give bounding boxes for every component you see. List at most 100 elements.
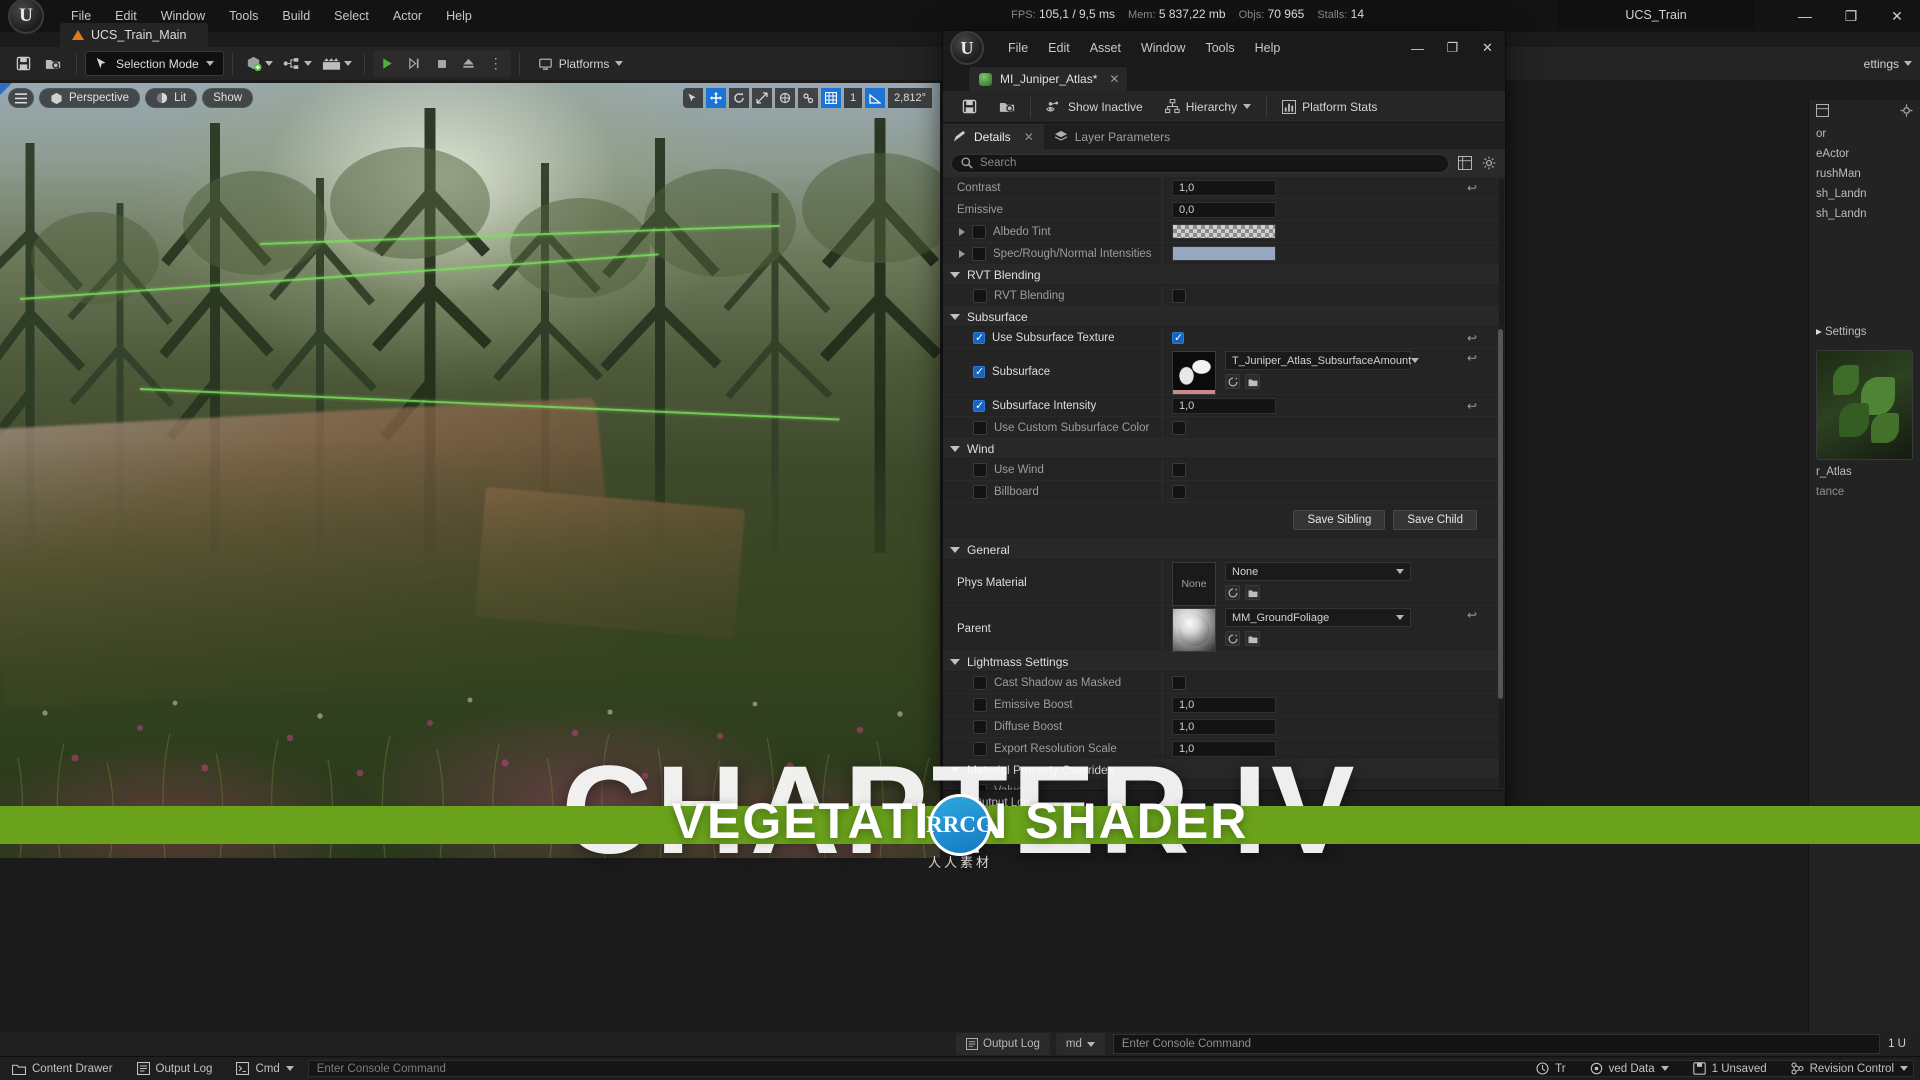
property-row-override-value[interactable]: Value	[943, 780, 1499, 790]
save-child-button[interactable]: Save Child	[1393, 510, 1477, 530]
outliner-row-3[interactable]: sh_Landn	[1809, 184, 1920, 204]
platform-stats-button[interactable]: Platform Stats	[1271, 92, 1388, 122]
selection-mode-button[interactable]: Selection Mode	[85, 51, 224, 76]
subsurface-texture-thumbnail[interactable]	[1172, 351, 1216, 395]
tab-layer-parameters[interactable]: Layer Parameters	[1044, 124, 1180, 149]
tab-details[interactable]: Details ✕	[943, 124, 1044, 149]
outliner-row-4[interactable]: sh_Landn	[1809, 204, 1920, 224]
browse-to-asset-icon[interactable]	[1225, 374, 1240, 389]
property-row-use-custom-subsurface-color[interactable]: Use Custom Subsurface Color	[943, 417, 1499, 439]
dock-settings-row[interactable]: ▸ Settings	[1809, 320, 1920, 342]
move-icon[interactable]	[705, 88, 726, 108]
outliner-row-0[interactable]: or	[1809, 124, 1920, 144]
property-checkbox[interactable]	[973, 697, 987, 712]
mi-menu-help[interactable]: Help	[1245, 36, 1291, 60]
property-checkbox[interactable]	[973, 462, 987, 477]
outliner-row-1[interactable]: eActor	[1809, 144, 1920, 164]
mi-menu-edit[interactable]: Edit	[1038, 36, 1080, 60]
property-checkbox[interactable]	[973, 420, 987, 435]
add-actor-button[interactable]	[241, 51, 277, 77]
scale-icon[interactable]	[751, 88, 772, 108]
surface-snap-icon[interactable]	[797, 88, 818, 108]
unsaved-button[interactable]: 1 Unsaved	[1681, 1057, 1779, 1080]
property-checkbox[interactable]	[973, 675, 987, 690]
mi-save-icon[interactable]	[951, 92, 988, 122]
property-value[interactable]: 1,0	[1172, 179, 1276, 196]
output-log-button[interactable]: Output Log	[956, 1033, 1050, 1055]
settings-button[interactable]: ettings	[1864, 57, 1912, 71]
search-input[interactable]: Search	[951, 153, 1449, 173]
show-inactive-button[interactable]: Show Inactive	[1035, 92, 1154, 122]
status-cmd-dropdown[interactable]: Cmd	[224, 1057, 305, 1080]
property-row-subsurface-intensity[interactable]: Subsurface Intensity 1,0 ↩	[943, 395, 1499, 417]
revision-control-button[interactable]: Revision Control	[1779, 1057, 1920, 1080]
property-row-use-subsurface-texture[interactable]: Use Subsurface Texture ↩	[943, 327, 1499, 349]
reset-icon[interactable]: ↩	[1467, 181, 1477, 195]
mi-menu-window[interactable]: Window	[1131, 36, 1195, 60]
property-checkbox[interactable]	[973, 331, 985, 345]
property-checkbox[interactable]	[973, 741, 987, 756]
menu-build[interactable]: Build	[271, 4, 321, 28]
derived-data-button[interactable]: ved Data	[1578, 1057, 1681, 1080]
browse-content-icon[interactable]	[38, 51, 68, 77]
close-icon[interactable]: ✕	[1109, 72, 1119, 86]
blueprints-button[interactable]	[279, 51, 316, 77]
property-value[interactable]: 1,0	[1172, 696, 1276, 713]
save-icon[interactable]	[8, 51, 38, 77]
select-icon[interactable]	[682, 88, 703, 108]
color-swatch[interactable]	[1172, 246, 1276, 261]
level-tab[interactable]: UCS_Train_Main	[60, 23, 209, 47]
platforms-button[interactable]: Platforms	[528, 51, 634, 76]
mi-menu-tools[interactable]: Tools	[1195, 36, 1244, 60]
property-row-albedo-tint[interactable]: Albedo Tint	[943, 221, 1499, 243]
close-icon[interactable]: ✕	[1024, 130, 1034, 144]
property-checkbox[interactable]	[973, 783, 987, 790]
property-row-spec-rough-normal[interactable]: Spec/Rough/Normal Intensities	[943, 243, 1499, 265]
maximize-button[interactable]: ❐	[1828, 0, 1874, 32]
chevron-right-icon[interactable]	[959, 249, 965, 258]
close-button[interactable]: ✕	[1874, 0, 1920, 32]
property-row-emissive-boost[interactable]: Emissive Boost 1,0	[943, 694, 1499, 716]
property-value[interactable]: 1,0	[1172, 397, 1276, 414]
value-checkbox[interactable]	[1172, 331, 1184, 345]
property-row-phys-material[interactable]: Phys Material None None	[943, 560, 1499, 606]
minimize-button[interactable]: —	[1782, 0, 1828, 32]
group-header-rvt-blending[interactable]: RVT Blending	[943, 265, 1499, 285]
source-control-trace[interactable]: Tr	[1524, 1057, 1577, 1080]
menu-select[interactable]: Select	[323, 4, 380, 28]
mi-menu-asset[interactable]: Asset	[1080, 36, 1131, 60]
outliner-row-2[interactable]: rushMan	[1809, 164, 1920, 184]
mi-close-button[interactable]: ✕	[1470, 31, 1505, 65]
property-row-cast-shadow-as-masked[interactable]: Cast Shadow as Masked	[943, 672, 1499, 694]
coordinate-system-icon[interactable]	[774, 88, 795, 108]
menu-help[interactable]: Help	[435, 4, 483, 28]
property-row-subsurface[interactable]: Subsurface T_Juniper_Atlas_SubsurfaceAmo…	[943, 349, 1499, 395]
skip-frame-button[interactable]	[402, 51, 428, 76]
property-row-rvt-blending[interactable]: RVT Blending	[943, 285, 1499, 307]
filter-icon[interactable]	[1456, 155, 1473, 172]
value-checkbox[interactable]	[1172, 484, 1186, 499]
viewport-viewmode-dropdown[interactable]: Lit	[145, 88, 198, 108]
hierarchy-button[interactable]: Hierarchy	[1154, 92, 1262, 122]
cinematics-button[interactable]	[318, 51, 356, 77]
phys-material-thumbnail[interactable]: None	[1172, 562, 1216, 606]
reset-icon[interactable]: ↩	[1467, 331, 1477, 345]
asset-thumbnail[interactable]	[1816, 350, 1913, 460]
browse-to-asset-icon[interactable]	[1225, 631, 1240, 646]
play-more-options-icon[interactable]: ⋮	[483, 51, 509, 76]
details-panel-body[interactable]: Contrast 1,0 ↩ Emissive 0,0 Albedo Tint	[943, 177, 1505, 790]
property-row-use-wind[interactable]: Use Wind	[943, 459, 1499, 481]
property-checkbox[interactable]	[972, 246, 986, 261]
angle-snap-value[interactable]: 2,812°	[888, 88, 932, 108]
property-row-parent[interactable]: Parent MM_GroundFoliage ↩	[943, 606, 1499, 652]
group-header-general[interactable]: General	[943, 540, 1499, 560]
mi-browse-content-icon[interactable]	[988, 92, 1026, 122]
group-header-subsurface[interactable]: Subsurface	[943, 307, 1499, 327]
asset-tab-mi-juniper-atlas[interactable]: MI_Juniper_Atlas* ✕	[969, 67, 1128, 91]
mi-minimize-button[interactable]: —	[1400, 31, 1435, 65]
group-header-wind[interactable]: Wind	[943, 439, 1499, 459]
property-value[interactable]: 1,0	[1172, 718, 1276, 735]
use-selected-asset-icon[interactable]	[1245, 374, 1260, 389]
level-viewport[interactable]: Perspective Lit Show 1 2,812°	[0, 83, 940, 858]
reset-icon[interactable]: ↩	[1467, 608, 1477, 622]
